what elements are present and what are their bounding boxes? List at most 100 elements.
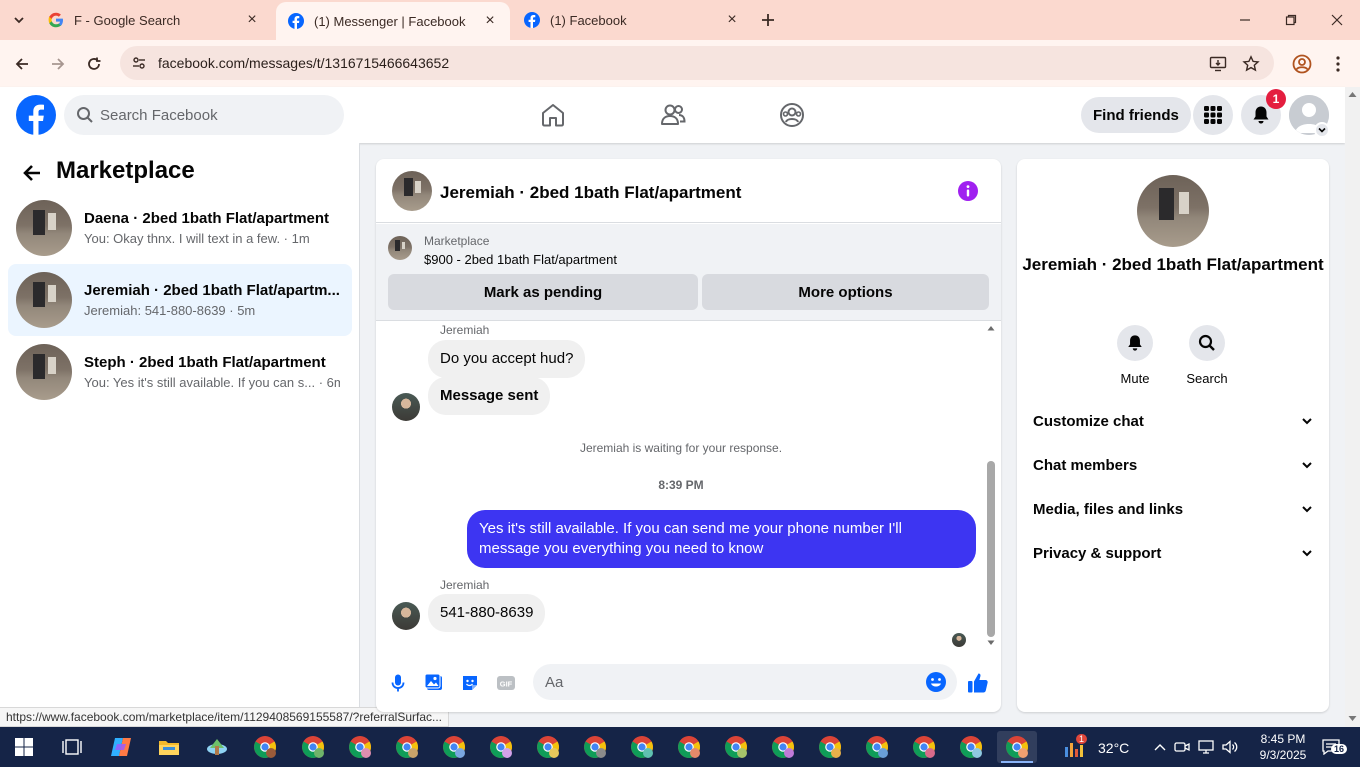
chrome-window-button[interactable] — [810, 731, 850, 763]
gif-button[interactable]: GIF — [494, 671, 518, 695]
scroll-up-arrow-icon[interactable] — [987, 325, 995, 331]
scroll-down-arrow-icon[interactable] — [987, 640, 995, 646]
meet-now-icon[interactable] — [1172, 738, 1192, 756]
system-clock[interactable]: 8:45 PM 9/3/2025 — [1248, 731, 1318, 763]
emoji-icon[interactable] — [925, 671, 947, 693]
address-bar[interactable]: facebook.com/messages/t/1316715466643652 — [120, 46, 1274, 80]
show-hidden-icons-button[interactable] — [1150, 738, 1170, 756]
message-input-box[interactable] — [533, 664, 957, 700]
chrome-window-button[interactable] — [669, 731, 709, 763]
svg-text:GIF: GIF — [500, 680, 513, 689]
chrome-window-button[interactable] — [575, 731, 615, 763]
close-tab-icon[interactable]: × — [244, 11, 260, 28]
conversation-item[interactable]: Daena · 2bed 1bath Flat/apartment You: O… — [8, 192, 352, 264]
new-tab-button[interactable] — [756, 8, 780, 32]
chrome-window-button[interactable] — [622, 731, 662, 763]
chrome-window-button[interactable] — [434, 731, 474, 763]
chrome-window-button[interactable] — [481, 731, 521, 763]
task-view-button[interactable] — [52, 731, 92, 763]
scroll-up-arrow-icon[interactable] — [1348, 91, 1357, 98]
chrome-window-button[interactable] — [951, 731, 991, 763]
chrome-window-button-active[interactable] — [997, 731, 1037, 763]
tab-messenger[interactable]: (1) Messenger | Facebook × — [276, 2, 510, 40]
conversation-item[interactable]: Steph · 2bed 1bath Flat/apartment You: Y… — [8, 336, 352, 408]
sticker-button[interactable] — [458, 671, 482, 695]
weather-widget[interactable]: 1 32°C — [1062, 734, 1129, 759]
close-window-button[interactable] — [1314, 0, 1360, 40]
reload-button[interactable] — [81, 51, 107, 77]
nav-friends-button[interactable] — [653, 95, 693, 135]
install-app-icon[interactable] — [1208, 54, 1228, 74]
restore-button[interactable] — [1268, 0, 1314, 40]
tab-google-search[interactable]: F - Google Search × — [36, 0, 272, 40]
incoming-message[interactable]: Do you accept hud? — [428, 340, 586, 378]
message-list[interactable]: Jeremiah Do you accept hud? Message sent… — [376, 322, 1001, 652]
facebook-search-input[interactable] — [100, 106, 320, 124]
browser-profile-button[interactable] — [1289, 51, 1315, 77]
mark-as-pending-button[interactable]: Mark as pending — [388, 274, 698, 310]
chat-avatar[interactable] — [392, 171, 432, 211]
info-icon[interactable] — [958, 181, 978, 201]
scroll-down-arrow-icon[interactable] — [1348, 715, 1357, 722]
message-scrollbar[interactable] — [986, 325, 996, 647]
sender-avatar[interactable] — [392, 393, 420, 421]
attach-photo-button[interactable] — [422, 671, 446, 695]
facebook-search-box[interactable] — [64, 95, 344, 135]
restore-icon — [1285, 14, 1297, 26]
mute-button[interactable]: Mute — [1105, 325, 1165, 386]
incoming-message[interactable]: 541-880-8639 — [428, 594, 546, 632]
chrome-window-button[interactable] — [528, 731, 568, 763]
listing-thumbnail[interactable] — [388, 236, 412, 260]
conversation-avatar[interactable] — [1137, 175, 1209, 247]
chrome-window-button[interactable] — [716, 731, 756, 763]
voice-clip-button[interactable] — [386, 671, 410, 695]
incoming-message[interactable]: Message sent — [428, 377, 551, 415]
chrome-window-button[interactable] — [245, 731, 285, 763]
file-explorer-button[interactable] — [149, 731, 189, 763]
close-tab-icon[interactable]: × — [482, 12, 498, 29]
chat-members-section[interactable]: Chat members — [1033, 451, 1313, 479]
back-button[interactable] — [18, 159, 46, 187]
minimize-button[interactable] — [1222, 0, 1268, 40]
chrome-window-button[interactable] — [293, 731, 333, 763]
nav-home-button[interactable] — [533, 95, 573, 135]
listing-title[interactable]: $900 - 2bed 1bath Flat/apartment — [424, 252, 617, 267]
chrome-window-button[interactable] — [387, 731, 427, 763]
privacy-support-section[interactable]: Privacy & support — [1033, 539, 1313, 567]
forward-button[interactable] — [45, 51, 71, 77]
media-files-links-section[interactable]: Media, files and links — [1033, 495, 1313, 523]
chrome-window-button[interactable] — [763, 731, 803, 763]
send-like-button[interactable] — [966, 671, 990, 695]
bookmark-star-icon[interactable] — [1241, 54, 1261, 74]
chrome-window-button[interactable] — [340, 731, 380, 763]
network-icon[interactable] — [1197, 738, 1217, 756]
scrollbar-thumb[interactable] — [987, 461, 995, 637]
copilot-button[interactable] — [101, 731, 141, 763]
customize-chat-section[interactable]: Customize chat — [1033, 407, 1313, 435]
account-menu-chevron[interactable] — [1314, 122, 1330, 138]
outgoing-message[interactable]: Yes it's still available. If you can sen… — [467, 510, 976, 568]
find-friends-button[interactable]: Find friends — [1081, 97, 1191, 133]
sender-avatar[interactable] — [392, 602, 420, 630]
menu-button[interactable] — [1193, 95, 1233, 135]
chat-panel: Jeremiah · 2bed 1bath Flat/apartment Mar… — [376, 159, 1001, 712]
pinned-app-button[interactable] — [197, 731, 237, 763]
message-input[interactable] — [545, 673, 915, 691]
site-info-icon[interactable] — [122, 46, 156, 80]
conversation-item-active[interactable]: Jeremiah · 2bed 1bath Flat/apartm... Jer… — [8, 264, 352, 336]
chat-title[interactable]: Jeremiah · 2bed 1bath Flat/apartment — [440, 183, 741, 203]
more-options-button[interactable]: More options — [702, 274, 989, 310]
page-scrollbar[interactable] — [1345, 87, 1360, 727]
back-button[interactable] — [9, 51, 35, 77]
chrome-window-button[interactable] — [857, 731, 897, 763]
search-in-conversation-button[interactable]: Search — [1177, 325, 1237, 386]
tab-facebook[interactable]: (1) Facebook × — [512, 0, 752, 40]
facebook-logo-icon[interactable] — [16, 95, 56, 135]
tab-search-button[interactable] — [6, 8, 32, 32]
chrome-window-button[interactable] — [904, 731, 944, 763]
volume-icon[interactable] — [1221, 738, 1241, 756]
browser-menu-button[interactable] — [1325, 51, 1351, 77]
nav-groups-button[interactable] — [772, 95, 812, 135]
start-button[interactable] — [4, 731, 44, 763]
close-tab-icon[interactable]: × — [724, 11, 740, 28]
